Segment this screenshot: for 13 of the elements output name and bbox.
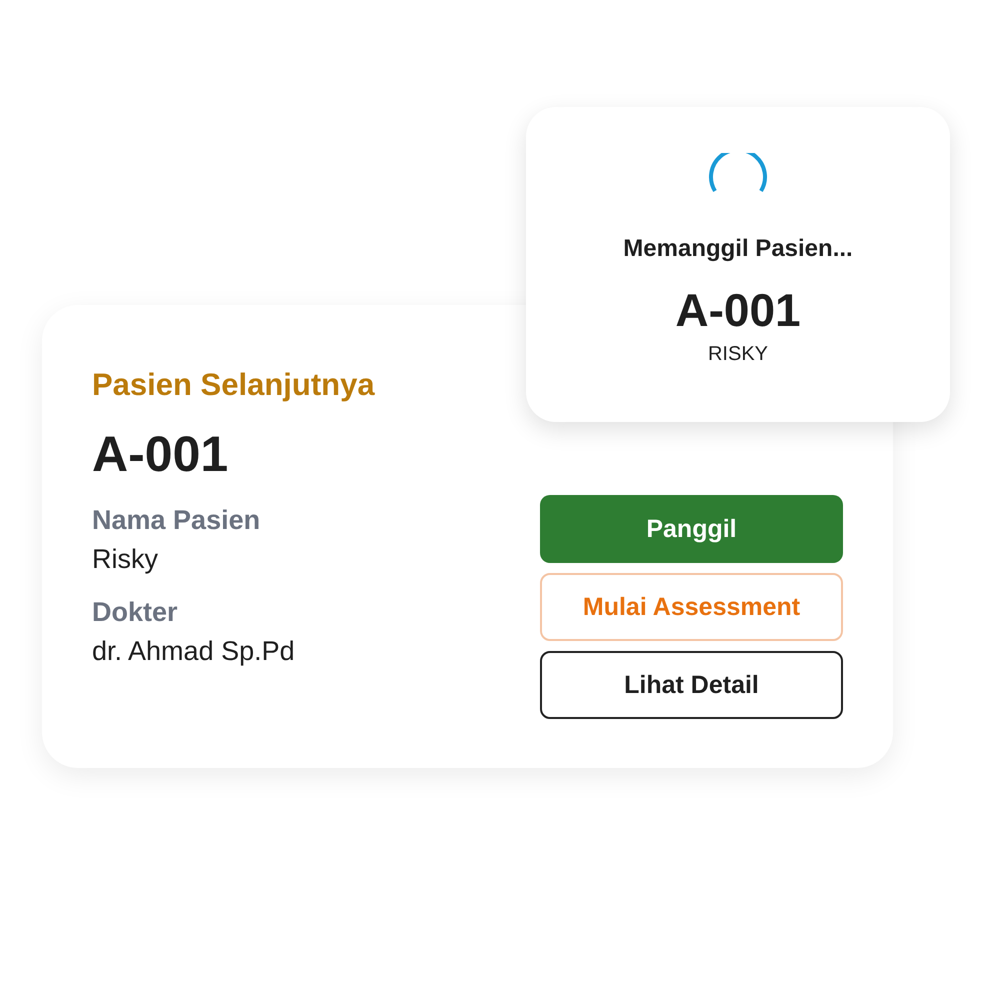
field-label: Dokter xyxy=(92,597,179,628)
patient-name: RISKY xyxy=(708,343,768,366)
card-title: Pasien Selanjutnya xyxy=(92,367,375,403)
field-value: dr. Ahmad Sp.Pd xyxy=(92,636,296,667)
field-label: Nama Pasien xyxy=(92,505,262,536)
dialog-title: Memanggil Pasien... xyxy=(623,235,853,263)
action-button[interactable]: Mulai Assessment xyxy=(540,573,843,641)
queue-number: A-001 xyxy=(675,283,801,337)
spinner-icon xyxy=(708,153,768,195)
queue-number: A-001 xyxy=(92,425,230,483)
action-button[interactable]: Panggil xyxy=(540,495,843,563)
action-button[interactable]: Lihat Detail xyxy=(540,651,843,719)
field-value: Risky xyxy=(92,544,159,575)
